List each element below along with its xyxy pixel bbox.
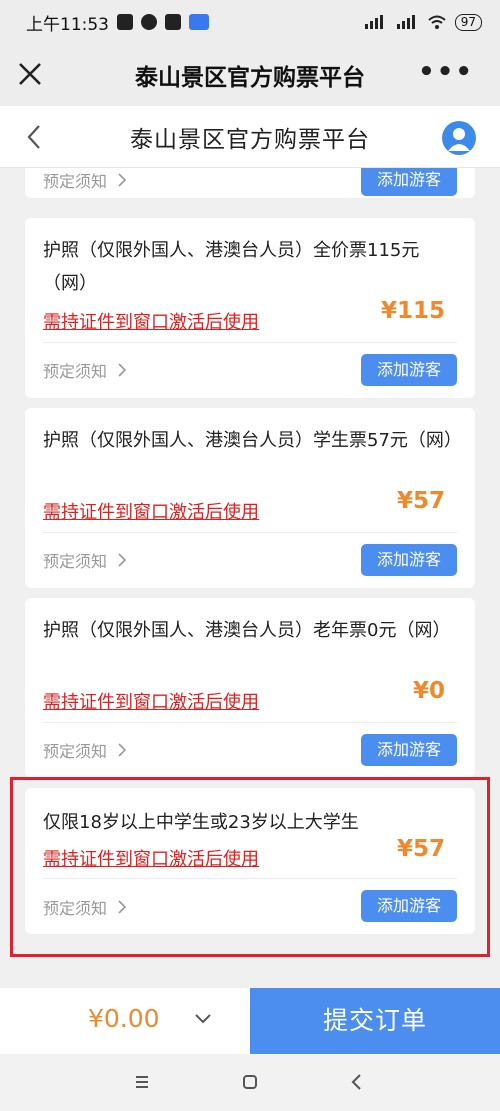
ticket-name: 护照（仅限外国人、港澳台人员）全价票115元（网） (43, 240, 420, 294)
app-notification-icon (117, 14, 133, 30)
divider (43, 878, 457, 879)
booking-notice-label: 预定须知 (43, 899, 108, 918)
total-amount: ¥0.00 (88, 1004, 160, 1033)
signal-icon (364, 15, 383, 29)
status-time: 上午11:53 (26, 14, 109, 35)
activation-warning-link[interactable]: 需持证件到窗口激活后使用 (43, 498, 259, 524)
ticket-name: 护照（仅限外国人、港澳台人员）老年票0元（网） (43, 620, 451, 641)
booking-notice-link[interactable]: 预定须知 (43, 738, 127, 762)
activation-warning-link[interactable]: 需持证件到窗口激活后使用 (43, 308, 259, 334)
activation-warning-link[interactable]: 需持证件到窗口激活后使用 (43, 845, 259, 871)
home-icon[interactable] (240, 1072, 260, 1092)
app-badge-icon (189, 14, 209, 30)
ticket-name: 仅限18岁以上中学生或23岁以上大学生 (43, 812, 359, 833)
add-visitor-button[interactable]: 添加游客 (361, 890, 457, 922)
back-icon[interactable] (24, 122, 46, 152)
ticket-price: ¥115 (380, 298, 445, 324)
checkout-bar: ¥0.00 提交订单 (0, 988, 500, 1054)
ticket-card-partial: 预定须知 添加游客 (25, 168, 475, 198)
ticket-card: 护照（仅限外国人、港澳台人员）老年票0元（网） 需持证件到窗口激活后使用 ¥0 … (25, 598, 475, 778)
booking-notice-link[interactable]: 预定须知 (43, 548, 127, 572)
wifi-icon (428, 15, 446, 29)
divider (43, 342, 457, 343)
add-visitor-button[interactable]: 添加游客 (361, 354, 457, 386)
price-summary-toggle[interactable]: ¥0.00 (0, 988, 250, 1054)
status-bar: 上午11:53 97 (0, 0, 500, 44)
booking-notice-link[interactable]: 预定须知 (43, 168, 127, 192)
menu-icon[interactable] (132, 1072, 152, 1092)
booking-notice-link[interactable]: 预定须知 (43, 358, 127, 382)
ticket-card-highlighted: 仅限18岁以上中学生或23岁以上大学生 需持证件到窗口激活后使用 ¥57 预定须… (25, 788, 475, 934)
ticket-card: 护照（仅限外国人、港澳台人员）学生票57元（网） 需持证件到窗口激活后使用 ¥5… (25, 408, 475, 588)
divider (43, 722, 457, 723)
ticket-price: ¥57 (396, 488, 445, 514)
activation-warning-link[interactable]: 需持证件到窗口激活后使用 (43, 688, 259, 714)
more-options-icon[interactable]: ••• (418, 59, 474, 85)
page-title: 泰山景区官方购票平台 (130, 126, 370, 153)
close-icon[interactable] (16, 60, 44, 88)
chevron-right-icon (118, 553, 127, 567)
user-avatar-icon[interactable] (442, 121, 476, 155)
add-visitor-button[interactable]: 添加游客 (361, 544, 457, 576)
booking-notice-label: 预定须知 (43, 552, 108, 571)
clock-icon (141, 14, 157, 30)
booking-notice-label: 预定须知 (43, 742, 108, 761)
add-visitor-button[interactable]: 添加游客 (361, 734, 457, 766)
chevron-right-icon (118, 743, 127, 757)
booking-notice-label: 预定须知 (43, 172, 108, 191)
booking-notice-link[interactable]: 预定须知 (43, 895, 127, 919)
chevron-down-icon (195, 1014, 211, 1024)
ticket-price: ¥57 (396, 836, 445, 862)
chevron-right-icon (118, 900, 127, 914)
wechat-title-bar: 泰山景区官方购票平台 ••• (0, 44, 500, 106)
ticket-card: 护照（仅限外国人、港澳台人员）全价票115元（网） 需持证件到窗口激活后使用 ¥… (25, 218, 475, 398)
nfc-icon (165, 14, 181, 30)
page-header: 泰山景区官方购票平台 (0, 106, 500, 168)
back-nav-icon[interactable] (347, 1072, 367, 1092)
divider (43, 532, 457, 533)
signal-icon-2 (396, 15, 415, 29)
add-visitor-button[interactable]: 添加游客 (361, 168, 457, 196)
battery-indicator: 97 (454, 13, 482, 31)
chevron-right-icon (118, 363, 127, 377)
submit-order-button[interactable]: 提交订单 (250, 988, 500, 1054)
ticket-list[interactable]: 预定须知 添加游客 护照（仅限外国人、港澳台人员）全价票115元（网） 需持证件… (0, 168, 500, 988)
booking-notice-label: 预定须知 (43, 362, 108, 381)
ticket-name: 护照（仅限外国人、港澳台人员）学生票57元（网） (43, 430, 462, 451)
ticket-price: ¥0 (412, 678, 445, 704)
chevron-right-icon (118, 173, 127, 187)
system-nav-bar (0, 1054, 500, 1111)
